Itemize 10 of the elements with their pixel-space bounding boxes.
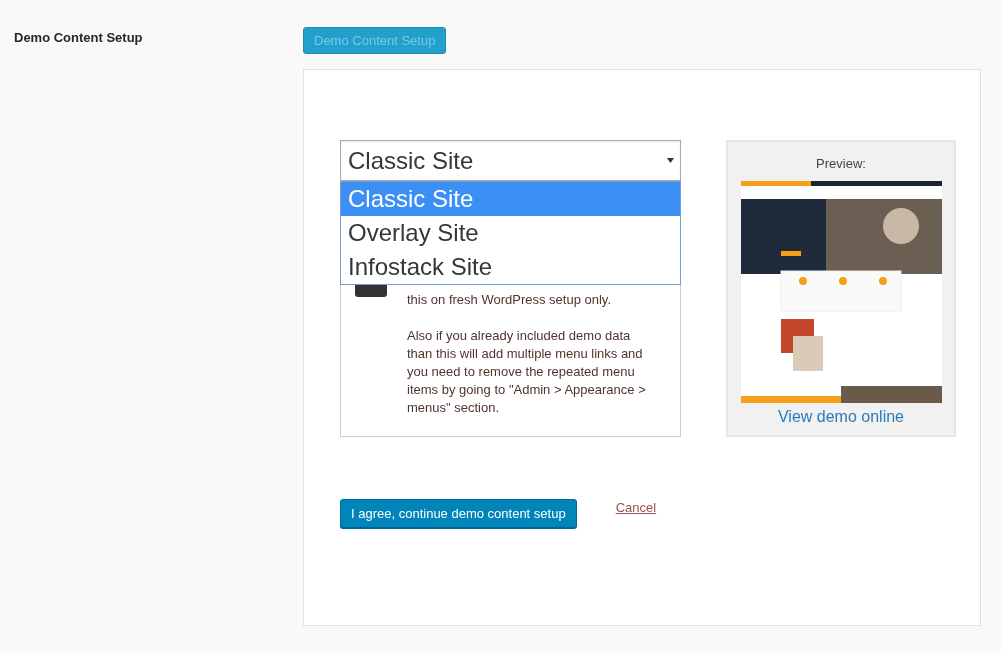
dropdown-option[interactable]: Classic Site [341, 182, 680, 216]
warning-text: this on fresh WordPress setup only. [407, 291, 612, 309]
caret-icon [667, 158, 674, 163]
warning-text: Also if you already included demo data than this will add multiple menu links and you need to remove the repeated menu items by going to "Admin > Appearance > menus" section. [407, 327, 647, 417]
cancel-link[interactable]: Cancel [615, 500, 657, 515]
agree-button[interactable]: I agree, continue demo content setup [340, 499, 577, 528]
view-demo-link[interactable]: View demo online [778, 408, 904, 426]
site-select[interactable]: Classic Site [340, 140, 681, 181]
preview-title: Preview: [816, 156, 866, 171]
setting-label: Demo Content Setup [14, 29, 144, 47]
